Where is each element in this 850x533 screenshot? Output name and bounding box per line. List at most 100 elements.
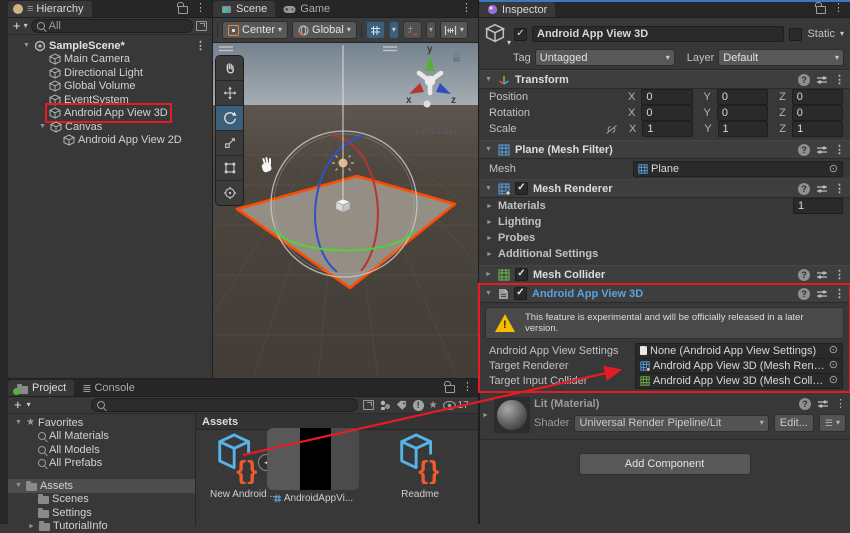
position-y-input[interactable]: 0 — [717, 89, 768, 105]
hierarchy-item[interactable]: Android App View 2D — [8, 134, 212, 148]
search-by-label-icon[interactable] — [396, 400, 408, 411]
shader-list-dropdown[interactable]: ☰ — [819, 414, 846, 432]
foldout-open-icon[interactable] — [14, 482, 23, 489]
scale-tool-button[interactable] — [216, 131, 243, 156]
hierarchy-item[interactable]: Directional Light — [8, 66, 212, 80]
foldout-closed-icon[interactable] — [485, 203, 494, 210]
foldout-closed-icon[interactable] — [485, 219, 494, 226]
shader-edit-button[interactable]: Edit... — [774, 414, 814, 432]
presets-icon[interactable] — [816, 145, 828, 155]
menu-dots-icon[interactable] — [834, 269, 845, 281]
additional-settings-foldout[interactable]: Additional Settings — [479, 246, 850, 262]
presets-icon[interactable] — [816, 75, 828, 85]
menu-dots-icon[interactable] — [834, 74, 845, 86]
menu-dots-icon[interactable] — [834, 183, 845, 195]
move-tool-button[interactable] — [216, 81, 243, 106]
help-icon[interactable] — [798, 269, 810, 281]
presets-icon[interactable] — [816, 270, 828, 280]
foldout-open-icon[interactable] — [22, 42, 31, 49]
mesh-renderer-header[interactable]: Mesh Renderer — [479, 179, 850, 198]
android-app-view-header[interactable]: Android App View 3D — [479, 284, 850, 303]
hierarchy-item[interactable]: EventSystem — [8, 93, 212, 107]
lock-icon[interactable] — [816, 6, 826, 14]
transform-header[interactable]: Transform — [479, 70, 850, 89]
menu-dots-icon[interactable] — [195, 2, 206, 14]
asset-item-readme[interactable]: {} Readme — [392, 432, 448, 500]
scene-menu-icon[interactable] — [195, 40, 206, 52]
assets-root-row[interactable]: Assets — [8, 479, 195, 493]
rotation-y-input[interactable]: 0 — [717, 105, 768, 121]
menu-dots-icon[interactable] — [835, 398, 846, 410]
help-icon[interactable] — [798, 183, 810, 195]
persp-label[interactable]: Persp — [422, 122, 456, 137]
create-dropdown-icon[interactable] — [27, 401, 31, 409]
foldout-open-icon[interactable] — [484, 185, 493, 192]
favorite-item[interactable]: All Models — [8, 443, 195, 457]
hand-tool-button[interactable] — [216, 56, 243, 81]
tab-scene[interactable]: Scene — [213, 1, 275, 17]
menu-dots-icon[interactable] — [833, 2, 844, 14]
add-component-button[interactable]: Add Component — [579, 453, 751, 475]
project-search-input[interactable] — [91, 398, 358, 412]
transform-tool-button[interactable] — [216, 181, 243, 205]
object-name-field[interactable]: Android App View 3D — [532, 26, 784, 42]
app-view-settings-object-field[interactable]: None (Android App View Settings) — [635, 343, 843, 359]
constrain-proportions-icon[interactable] — [605, 124, 618, 135]
target-collider-object-field[interactable]: Android App View 3D (Mesh Collider) — [635, 373, 843, 389]
enabled-checkbox[interactable] — [514, 287, 527, 300]
help-icon[interactable] — [798, 74, 810, 86]
favorites-row[interactable]: Favorites — [8, 416, 195, 430]
tool-handle-pivot-button[interactable]: Center — [222, 21, 288, 39]
hierarchy-item[interactable]: Global Volume — [8, 80, 212, 94]
tag-dropdown[interactable]: Untagged — [535, 49, 675, 66]
foldout-open-icon[interactable] — [38, 123, 47, 130]
static-checkbox[interactable] — [789, 28, 802, 41]
target-renderer-object-field[interactable]: Android App View 3D (Mesh Renderer) — [635, 358, 843, 374]
lock-icon[interactable] — [178, 6, 188, 14]
help-icon[interactable] — [799, 398, 811, 410]
menu-dots-icon[interactable] — [462, 381, 473, 393]
snap-grid-dropdown[interactable] — [426, 21, 436, 39]
presets-icon[interactable] — [816, 289, 828, 299]
rotate-tool-button[interactable] — [216, 106, 243, 131]
presets-icon[interactable] — [816, 184, 828, 194]
scale-y-input[interactable]: 1 — [718, 121, 769, 137]
object-picker-icon[interactable] — [829, 164, 838, 175]
foldout-closed-icon[interactable] — [485, 251, 494, 258]
object-picker-icon[interactable] — [829, 345, 838, 356]
menu-dots-icon[interactable] — [834, 288, 845, 300]
position-x-input[interactable]: 0 — [641, 89, 692, 105]
rotation-x-input[interactable]: 0 — [641, 105, 692, 121]
lighting-foldout[interactable]: Lighting — [479, 214, 850, 230]
create-dropdown-icon[interactable] — [24, 22, 28, 30]
probes-foldout[interactable]: Probes — [479, 230, 850, 246]
hierarchy-scene-row[interactable]: SampleScene* — [8, 39, 212, 53]
enabled-checkbox[interactable] — [515, 182, 528, 195]
open-subwindow-icon[interactable] — [196, 21, 207, 31]
foldout-closed-icon[interactable] — [484, 271, 493, 278]
foldout-open-icon[interactable] — [484, 146, 493, 153]
hidden-packages-icon[interactable]: ! — [413, 400, 424, 411]
object-picker-icon[interactable] — [829, 360, 838, 371]
hierarchy-item-android-app-view-3d[interactable]: Android App View 3D — [8, 107, 212, 121]
tab-console[interactable]: ≣ Console — [74, 380, 143, 396]
position-z-input[interactable]: 0 — [792, 89, 843, 105]
scale-z-input[interactable]: 1 — [792, 121, 843, 137]
scene-viewport[interactable]: y x z < Persp — [213, 43, 478, 379]
layer-dropdown[interactable]: Default — [718, 49, 844, 66]
tab-project[interactable]: Project — [8, 380, 74, 396]
lock-icon[interactable] — [445, 385, 455, 393]
mesh-filter-header[interactable]: Plane (Mesh Filter) — [479, 140, 850, 159]
foldout-closed-icon[interactable] — [485, 235, 494, 242]
foldout-open-icon[interactable] — [14, 419, 23, 426]
eye-icon[interactable] — [443, 401, 456, 410]
materials-row[interactable]: Materials 1 — [479, 198, 850, 214]
foldout-open-icon[interactable] — [484, 76, 493, 83]
static-dropdown-icon[interactable] — [840, 30, 844, 38]
grid-visibility-dropdown[interactable] — [389, 21, 399, 39]
favorites-star-icon[interactable] — [429, 400, 438, 411]
folder-row[interactable]: Scenes — [8, 493, 195, 507]
scale-x-input[interactable]: 1 — [642, 121, 693, 137]
tab-hierarchy[interactable]: ≡ Hierarchy — [8, 1, 92, 17]
menu-dots-icon[interactable] — [834, 144, 845, 156]
